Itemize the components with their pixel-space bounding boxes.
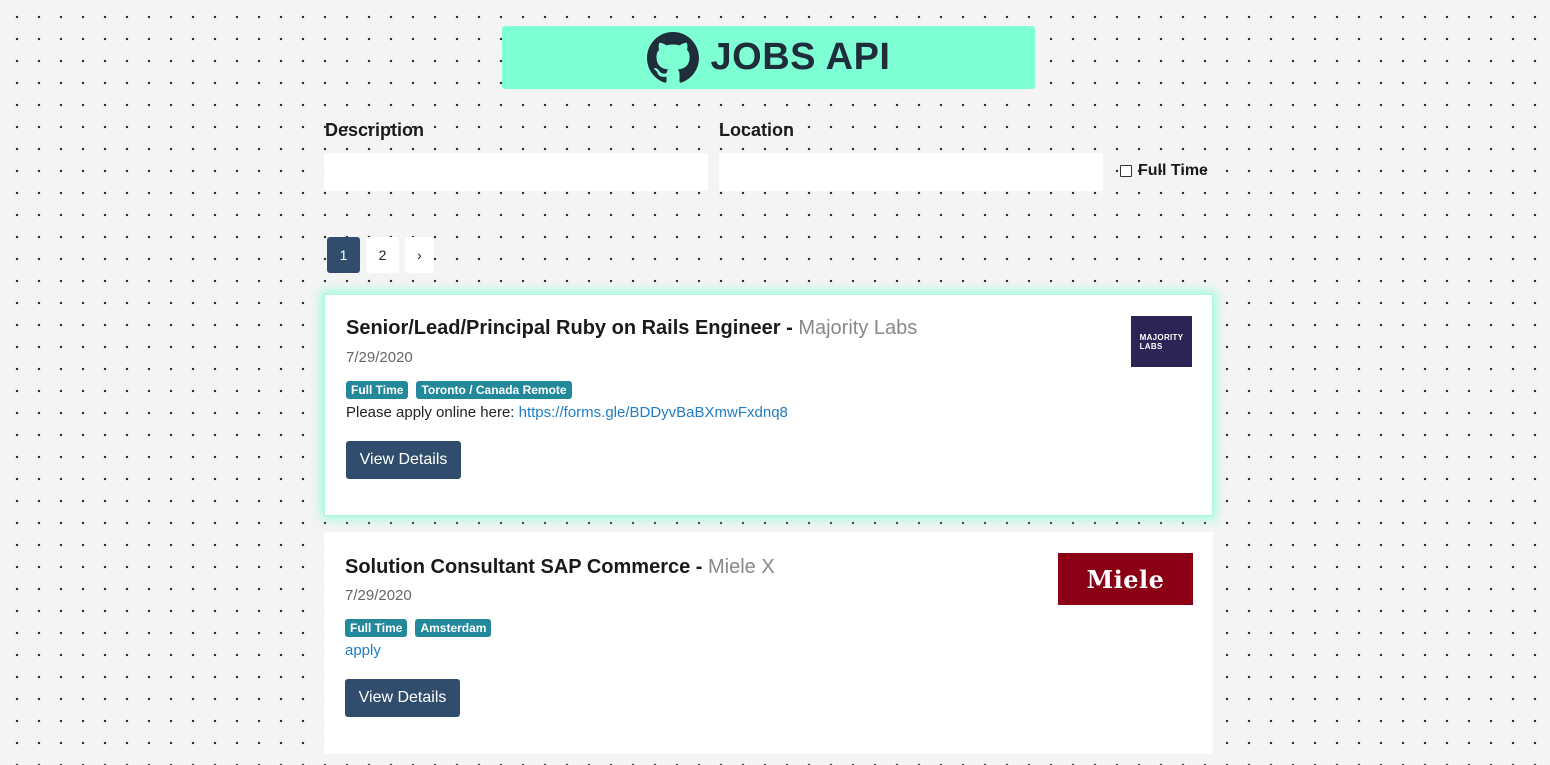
- apply-link[interactable]: https://forms.gle/BDDyvBaBXmwFxdnq8: [519, 404, 788, 421]
- full-time-label[interactable]: Full Time: [1138, 162, 1208, 180]
- app-header: JOBS API: [502, 26, 1035, 89]
- title-separator: -: [780, 317, 799, 339]
- description-input[interactable]: [324, 153, 708, 191]
- job-tags: Full Time Amsterdam: [345, 619, 492, 637]
- title-separator: -: [690, 556, 709, 578]
- apply-link[interactable]: apply: [345, 642, 381, 659]
- job-title-text: Solution Consultant SAP Commerce: [345, 556, 691, 578]
- job-type-badge: Full Time: [346, 381, 409, 399]
- description-label: Description: [325, 120, 425, 140]
- company-logo: MAJORITY LABS: [1131, 316, 1192, 367]
- job-title: Senior/Lead/Principal Ruby on Rails Engi…: [346, 317, 917, 340]
- job-description: Please apply online here: https://forms.…: [346, 404, 788, 421]
- job-card: Senior/Lead/Principal Ruby on Rails Engi…: [324, 294, 1213, 516]
- app-title: JOBS API: [710, 36, 891, 78]
- location-badge: Toronto / Canada Remote: [416, 381, 572, 399]
- job-tags: Full Time Toronto / Canada Remote: [346, 381, 572, 399]
- page-1-button[interactable]: 1: [327, 237, 360, 273]
- next-page-button[interactable]: ›: [405, 237, 434, 273]
- full-time-filter: Full Time: [1120, 162, 1208, 180]
- job-description: apply: [345, 642, 381, 659]
- location-input[interactable]: [719, 153, 1103, 191]
- logo-text: Miele: [1086, 564, 1165, 594]
- company-logo: Miele: [1058, 553, 1193, 605]
- job-card: Solution Consultant SAP Commerce - Miele…: [324, 532, 1213, 754]
- description-text: Please apply online here:: [346, 404, 519, 421]
- github-icon: [646, 31, 699, 83]
- view-details-button[interactable]: View Details: [345, 679, 460, 717]
- logo-text: MAJORITY LABS: [1139, 332, 1184, 351]
- job-title-text: Senior/Lead/Principal Ruby on Rails Engi…: [346, 317, 781, 339]
- job-date: 7/29/2020: [346, 349, 413, 366]
- company-name: Miele X: [708, 556, 775, 578]
- job-type-badge: Full Time: [345, 619, 408, 637]
- full-time-checkbox[interactable]: [1120, 165, 1132, 177]
- location-badge: Amsterdam: [415, 619, 492, 637]
- page-2-button[interactable]: 2: [366, 237, 399, 273]
- pagination: 1 2 ›: [327, 237, 434, 273]
- view-details-button[interactable]: View Details: [346, 441, 461, 479]
- job-date: 7/29/2020: [345, 587, 412, 604]
- company-name: Majority Labs: [798, 317, 918, 339]
- location-label: Location: [719, 120, 794, 140]
- job-title: Solution Consultant SAP Commerce - Miele…: [345, 556, 775, 579]
